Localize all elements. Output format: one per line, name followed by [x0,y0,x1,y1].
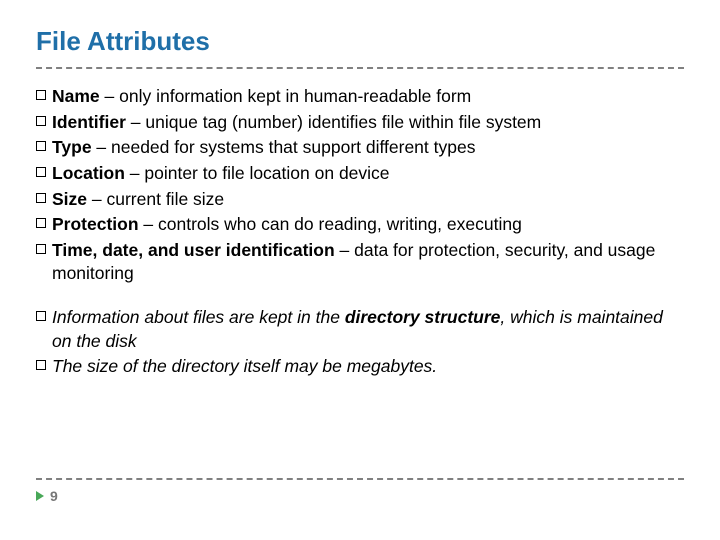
item-text: Location – pointer to file location on d… [52,162,684,186]
triangle-icon [36,491,44,501]
list-item: Location – pointer to file location on d… [36,162,684,186]
checkbox-icon [36,218,46,228]
list-item: Time, date, and user identification – da… [36,239,684,286]
checkbox-icon [36,244,46,254]
list-item: Type – needed for systems that support d… [36,136,684,160]
term: Location [52,163,125,183]
desc: – controls who can do reading, writing, … [139,214,522,234]
item-text: Time, date, and user identification – da… [52,239,684,286]
list-item: The size of the directory itself may be … [36,355,684,379]
slide: File Attributes Name – only information … [0,0,720,540]
term: Identifier [52,112,126,132]
attribute-list: Name – only information kept in human-re… [36,85,684,379]
checkbox-icon [36,116,46,126]
item-text: Name – only information kept in human-re… [52,85,684,109]
checkbox-icon [36,360,46,370]
item-text: Protection – controls who can do reading… [52,213,684,237]
note-pre: Information about files are kept in the [52,307,345,327]
list-item: Identifier – unique tag (number) identif… [36,111,684,135]
checkbox-icon [36,90,46,100]
item-text: The size of the directory itself may be … [52,355,684,379]
page-title: File Attributes [36,26,684,57]
term: Name [52,86,100,106]
desc: – current file size [87,189,224,209]
divider-top [36,67,684,69]
term: Time, date, and user identification [52,240,335,260]
list-item: Information about files are kept in the … [36,306,684,353]
item-text: Identifier – unique tag (number) identif… [52,111,684,135]
list-item: Protection – controls who can do reading… [36,213,684,237]
desc: – unique tag (number) identifies file wi… [126,112,541,132]
checkbox-icon [36,141,46,151]
divider-bottom [36,478,684,480]
item-text: Type – needed for systems that support d… [52,136,684,160]
term: Protection [52,214,139,234]
list-item: Name – only information kept in human-re… [36,85,684,109]
page-number: 9 [50,488,58,504]
note-bold: directory structure [345,307,501,327]
footer: 9 [36,478,684,504]
checkbox-icon [36,193,46,203]
term: Type [52,137,92,157]
checkbox-icon [36,167,46,177]
item-text: Size – current file size [52,188,684,212]
spacer [36,288,684,306]
desc: – pointer to file location on device [125,163,390,183]
item-text: Information about files are kept in the … [52,306,684,353]
list-item: Size – current file size [36,188,684,212]
desc: – needed for systems that support differ… [92,137,476,157]
desc: – only information kept in human-readabl… [100,86,472,106]
term: Size [52,189,87,209]
checkbox-icon [36,311,46,321]
page-indicator: 9 [36,488,684,504]
